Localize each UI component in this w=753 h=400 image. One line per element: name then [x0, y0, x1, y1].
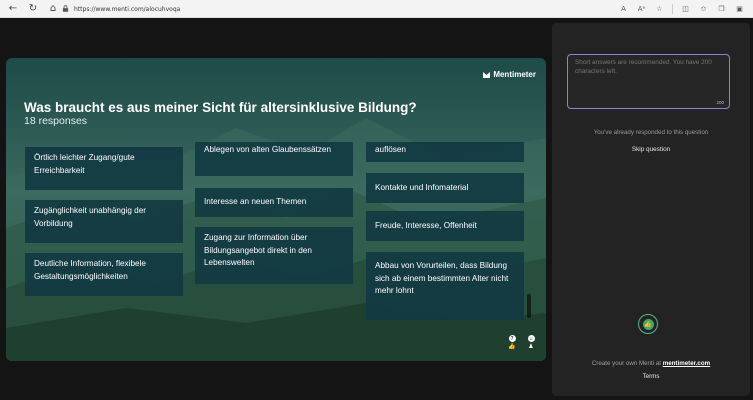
response-card: Deutliche Information, flexibele Gestalt… — [25, 253, 183, 296]
response-card: Zugänglichkeit unabhängig der Vorbildung — [25, 200, 183, 243]
mentimeter-link[interactable]: mentimeter.com — [663, 360, 710, 367]
response-card: Kontakte und Infomaterial — [366, 173, 524, 203]
favorite-star-icon[interactable]: ☆ — [654, 2, 665, 16]
participant-panel: 200 You've already responded to this que… — [552, 23, 750, 396]
refresh-icon[interactable]: ↻ — [26, 2, 40, 16]
response-card: auflösen — [366, 142, 524, 162]
question-title: Was braucht es aus meiner Sicht für alte… — [24, 100, 417, 115]
mentimeter-logo: Mentimeter — [483, 70, 536, 79]
like-button[interactable]: 👍 — [638, 314, 658, 334]
character-counter: 200 — [716, 100, 724, 105]
response-card: Freude, Interesse, Offenheit — [366, 211, 524, 241]
back-icon[interactable]: ← — [6, 2, 20, 16]
already-responded-text: You've already responded to this questio… — [593, 129, 709, 136]
browser-toolbar: ← ↻ ⌂ https://www.menti.com/alocuhvoqa A… — [0, 0, 753, 18]
read-aloud-icon[interactable]: Aᵃ — [636, 2, 647, 16]
split-screen-icon[interactable]: ◫ — [680, 2, 691, 16]
response-card: Ablegen von alten Glaubenssätzen — [195, 142, 353, 176]
response-card: Interesse an neuen Themen — [195, 188, 353, 217]
help-icon: ? — [508, 335, 516, 342]
collections-icon[interactable]: ❐ — [716, 2, 727, 16]
create-prefix: Create your own Menti at — [591, 360, 661, 367]
answer-input-box[interactable]: 200 — [567, 54, 730, 109]
thumbs-up-icon: 👍 — [642, 318, 654, 330]
answer-textarea[interactable] — [575, 59, 722, 95]
skip-question-link[interactable]: Skip question — [552, 146, 750, 153]
response-card: Zugang zur Information über Bildungsange… — [195, 227, 353, 284]
presentation-slide: Mentimeter Was braucht es aus meiner Sic… — [6, 58, 546, 361]
address-bar[interactable]: https://www.menti.com/alocuhvoqa — [60, 2, 630, 16]
response-count: 18 responses — [24, 115, 88, 127]
toolbar-divider — [672, 4, 673, 14]
thumbs-up-icon: 👍 — [508, 343, 516, 350]
participant-icon: ♟ — [528, 343, 534, 350]
response-card: Abbau von Vorurteilen, dass Bildung sich… — [366, 252, 524, 320]
terms-link[interactable]: Terms — [552, 373, 750, 380]
extensions-icon[interactable]: ▣ — [734, 2, 745, 16]
home-icon[interactable]: ⌂ — [46, 2, 60, 16]
brand-name: Mentimeter — [493, 70, 536, 79]
reactions-control[interactable]: ☺ ♟ — [525, 335, 537, 353]
response-card: Örtlich leichter Zugang/gute Erreichbark… — [25, 147, 183, 190]
mentimeter-mark-icon — [483, 71, 491, 78]
cards-scrollbar[interactable] — [527, 294, 531, 318]
favorites-icon[interactable]: ✩ — [698, 2, 709, 16]
url-text[interactable]: https://www.menti.com/alocuhvoqa — [74, 6, 180, 13]
help-control[interactable]: ? 👍 — [506, 335, 518, 353]
reaction-icon: ☺ — [527, 335, 535, 342]
lock-icon — [62, 5, 69, 12]
create-menti-text: Create your own Menti at mentimeter.com — [552, 360, 750, 367]
reader-view-icon[interactable]: A — [618, 2, 629, 16]
